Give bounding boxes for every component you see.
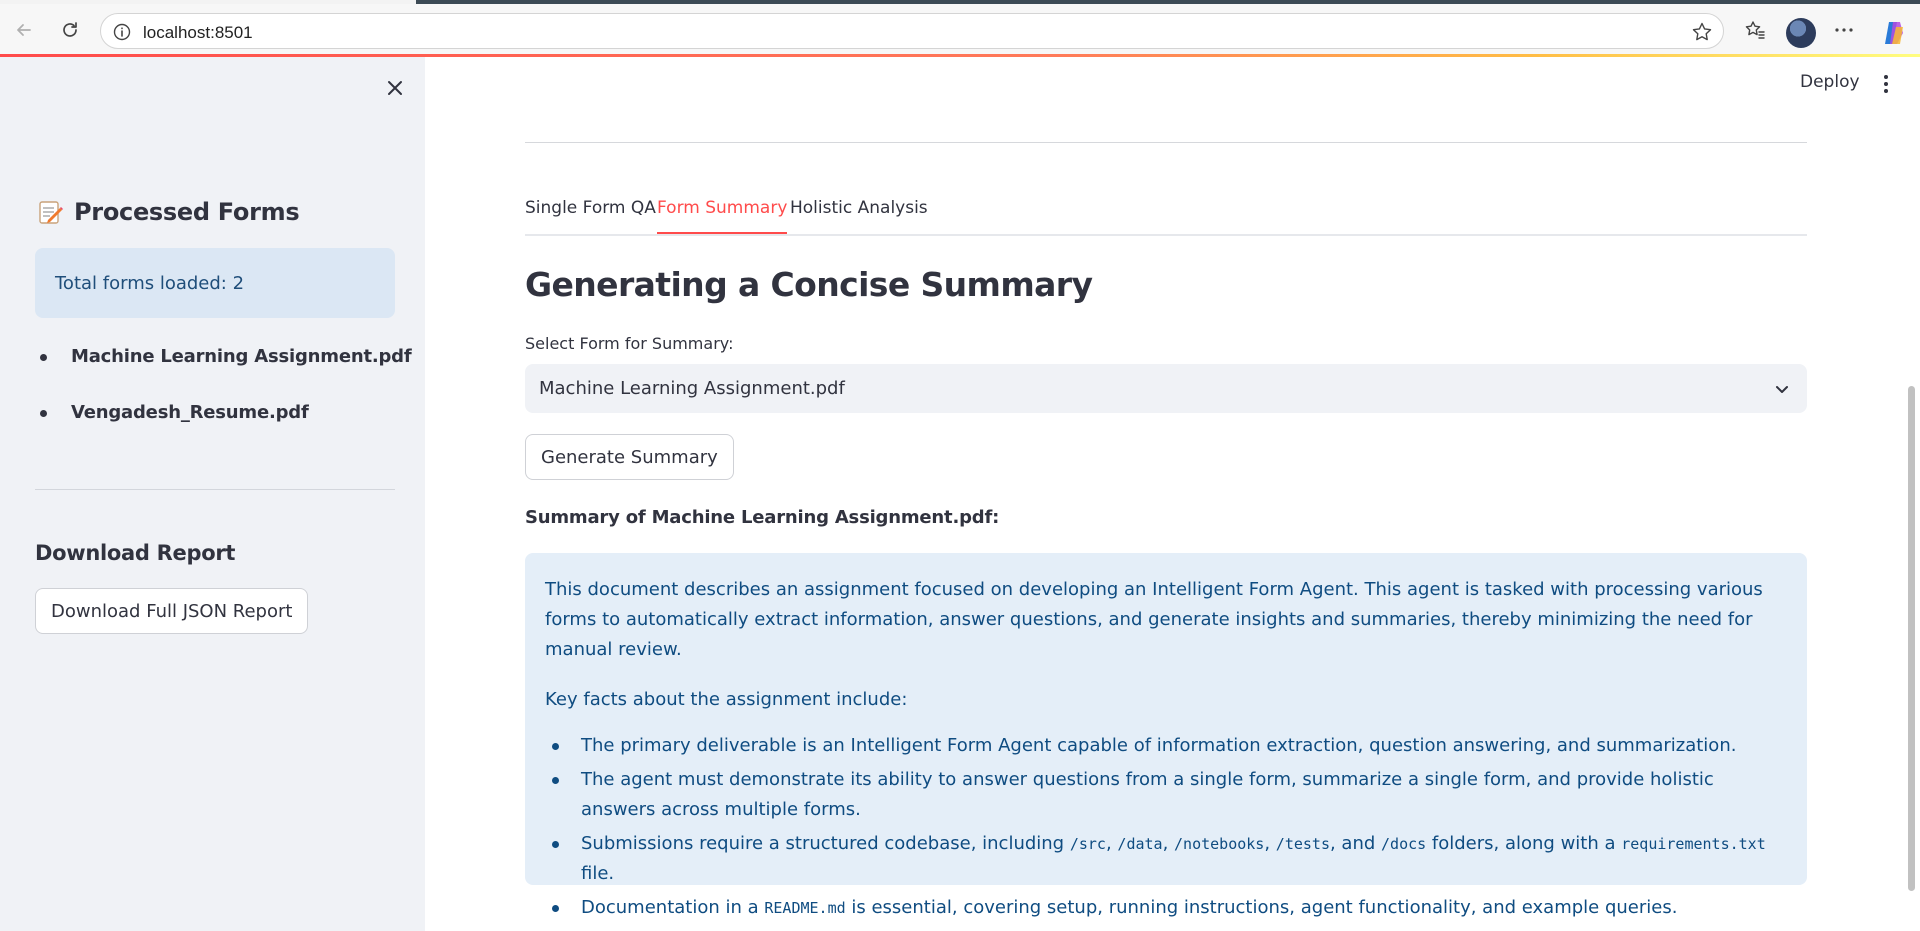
processed-file-list: Machine Learning Assignment.pdf Vengades…: [36, 335, 412, 447]
more-options-icon[interactable]: [1830, 16, 1858, 44]
page-title: Generating a Concise Summary: [525, 265, 1093, 304]
inline-code: /docs: [1381, 835, 1427, 853]
summary-bullet: The primary deliverable is an Intelligen…: [545, 731, 1787, 761]
site-info-icon[interactable]: [113, 23, 131, 41]
summary-bullet: Submissions require a structured codebas…: [545, 829, 1787, 889]
summary-intro: This document describes an assignment fo…: [545, 579, 1763, 660]
inline-code: README.md: [764, 899, 846, 917]
main-menu-icon[interactable]: [1880, 74, 1892, 94]
summary-bullet: The agent must demonstrate its ability t…: [545, 765, 1787, 825]
form-select-value[interactable]: Machine Learning Assignment.pdf: [539, 378, 845, 399]
download-report-heading: Download Report: [35, 541, 236, 565]
file-list-item: Machine Learning Assignment.pdf: [36, 335, 412, 391]
file-list-item: Vengadesh_Resume.pdf: [36, 391, 412, 447]
url-text[interactable]: localhost:8501: [143, 23, 253, 43]
memo-icon: [39, 201, 63, 224]
processed-forms-heading: Processed Forms: [36, 198, 300, 226]
summary-facts-label: Key facts about the assignment include:: [545, 689, 908, 710]
sidebar-divider: [35, 489, 395, 490]
summary-box: This document describes an assignment fo…: [525, 553, 1807, 918]
tab-holistic-analysis[interactable]: Holistic Analysis: [790, 198, 928, 232]
scrollbar-thumb[interactable]: [1908, 386, 1915, 891]
total-forms-text: Total forms loaded: 2: [55, 273, 245, 294]
download-json-report-button[interactable]: Download Full JSON Report: [35, 588, 309, 634]
address-bar[interactable]: localhost:8501: [100, 13, 1724, 49]
sidebar: Processed Forms Total forms loaded: 2 Ma…: [0, 57, 425, 931]
summary-bullet-list: The primary deliverable is an Intelligen…: [545, 731, 1787, 923]
close-sidebar-button[interactable]: [382, 75, 408, 101]
chevron-down-icon[interactable]: [1773, 380, 1791, 398]
reload-button[interactable]: [54, 14, 86, 46]
generate-summary-button[interactable]: Generate Summary: [525, 434, 734, 480]
reload-icon: [63, 22, 77, 37]
close-icon: [388, 81, 402, 95]
deploy-button[interactable]: Deploy: [1800, 72, 1860, 92]
profile-avatar[interactable]: [1786, 18, 1816, 48]
favorite-star-icon[interactable]: [1691, 21, 1713, 43]
summary-heading: Summary of Machine Learning Assignment.p…: [525, 507, 1000, 528]
favorites-icon[interactable]: [1741, 16, 1769, 44]
select-form-label: Select Form for Summary:: [525, 334, 734, 353]
inline-code: requirements.txt: [1621, 835, 1766, 853]
tab-single-form-qa[interactable]: Single Form QA: [525, 198, 656, 232]
form-select[interactable]: Machine Learning Assignment.pdf: [525, 364, 1807, 413]
summary-bullet: Documentation in a README.md is essentia…: [545, 893, 1787, 923]
inline-code: /data: [1117, 835, 1163, 853]
browser-toolbar: localhost:8501: [0, 4, 1920, 56]
sidebar-heading-text: Processed Forms: [74, 198, 300, 226]
back-arrow-icon: [17, 24, 31, 36]
inline-code: /tests: [1275, 835, 1330, 853]
tab-form-summary[interactable]: Form Summary: [657, 198, 788, 234]
copilot-icon[interactable]: [1880, 19, 1908, 47]
tab-bar: Single Form QA Form Summary Holistic Ana…: [525, 196, 1807, 236]
top-divider: [525, 142, 1807, 143]
total-forms-info: Total forms loaded: 2: [35, 248, 395, 318]
back-button[interactable]: [8, 14, 40, 46]
inline-code: /notebooks: [1174, 835, 1265, 853]
inline-code: /src: [1069, 835, 1106, 853]
